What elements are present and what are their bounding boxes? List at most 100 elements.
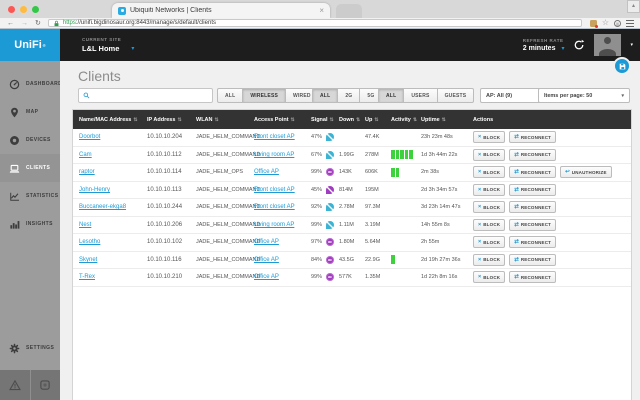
filter-user-type-guests[interactable]: GUESTS	[437, 88, 475, 103]
tab-close-icon[interactable]: ×	[319, 7, 324, 15]
reconnect-button[interactable]: ⇄ RECONNECT	[509, 184, 556, 196]
block-button[interactable]: × BLOCK	[473, 166, 505, 178]
block-button[interactable]: × BLOCK	[473, 201, 505, 213]
sidebar: DASHBOARD MAP DEVICES CLIENTS STATISTICS…	[0, 61, 60, 400]
main-content: Clients ALLWIRELESSWIRED ALL2G5G ALLUSER…	[60, 61, 640, 400]
block-button[interactable]: × BLOCK	[473, 254, 505, 266]
browser-tab[interactable]: Ubiquiti Networks | Clients ×	[112, 3, 330, 18]
block-button[interactable]: × BLOCK	[473, 271, 505, 283]
block-button[interactable]: × BLOCK	[473, 184, 505, 196]
column-header-wlan[interactable]: WLAN ⇅	[196, 117, 254, 123]
block-button[interactable]: × BLOCK	[473, 131, 505, 143]
avatar[interactable]	[594, 34, 621, 56]
column-header-ip-address[interactable]: IP Address ⇅	[147, 117, 196, 123]
reconnect-button[interactable]: ⇄ RECONNECT	[509, 219, 556, 231]
sidebar-item-insights[interactable]: INSIGHTS	[0, 210, 60, 238]
column-header-uptime[interactable]: Uptime ⇅	[421, 117, 473, 123]
access-point-link[interactable]: Front closet AP	[254, 204, 295, 210]
filter-connection-all[interactable]: ALL	[217, 88, 243, 103]
reconnect-button[interactable]: ⇄ RECONNECT	[509, 254, 556, 266]
events-button[interactable]	[31, 370, 61, 400]
column-header-activity[interactable]: Activity ⇅	[391, 117, 421, 123]
uptime-value: 3d 23h 14m 47s	[421, 204, 473, 210]
client-name-link[interactable]: Doorbot	[79, 134, 100, 140]
forward-icon[interactable]: →	[21, 19, 28, 28]
column-header-signal[interactable]: Signal ⇅	[311, 117, 339, 123]
client-name-link[interactable]: Buccaneer-ekga8	[79, 204, 126, 210]
devices-icon	[9, 135, 20, 146]
extension-circle-icon[interactable]: ||	[614, 20, 621, 27]
zoom-window-button[interactable]	[32, 6, 39, 13]
sidebar-item-dashboard[interactable]: DASHBOARD	[0, 70, 60, 98]
reconnect-button[interactable]: ⇄ RECONNECT	[509, 131, 556, 143]
sidebar-item-devices[interactable]: DEVICES	[0, 126, 60, 154]
access-point-link[interactable]: Front closet AP	[254, 134, 295, 140]
client-name-link[interactable]: raptor	[79, 169, 95, 175]
window-scroll-button[interactable]: ▴	[627, 0, 640, 13]
sidebar-item-map[interactable]: MAP	[0, 98, 60, 126]
reconnect-button[interactable]: ⇄ RECONNECT	[509, 201, 556, 213]
filter-user-type-all[interactable]: ALL	[378, 88, 404, 103]
address-bar[interactable]: https://unifi.bigdinosaur.org:8443/manag…	[48, 19, 582, 27]
client-name-link[interactable]: Lesotho	[79, 239, 100, 245]
back-icon[interactable]: ←	[7, 19, 14, 28]
current-site-selector[interactable]: CURRENT SITE L&L Home ▾	[82, 37, 134, 53]
reload-icon[interactable]: ↻	[35, 19, 41, 28]
sidebar-item-statistics[interactable]: STATISTICS	[0, 182, 60, 210]
filter-connection-wireless[interactable]: WIRELESS	[242, 88, 286, 103]
filter-user-type-users[interactable]: USERS	[403, 88, 437, 103]
sidebar-item-settings[interactable]: SETTINGS	[0, 334, 60, 362]
export-button[interactable]	[613, 57, 631, 75]
row-actions: × BLOCK ⇄ RECONNECT ↩ UNAUTHORIZE	[473, 166, 631, 178]
column-header-name-mac-address[interactable]: Name/MAC Address ⇅	[79, 117, 147, 123]
block-button[interactable]: × BLOCK	[473, 219, 505, 231]
client-wlan: JADE_HELM_COMMAND	[196, 257, 254, 263]
block-button[interactable]: × BLOCK	[473, 236, 505, 248]
access-point-link[interactable]: Office AP	[254, 274, 279, 280]
access-point-link[interactable]: Office AP	[254, 239, 279, 245]
new-tab-button[interactable]	[336, 4, 362, 18]
filter-band-all[interactable]: ALL	[312, 88, 338, 103]
access-point-link[interactable]: Office AP	[254, 257, 279, 263]
alerts-button[interactable]	[0, 370, 31, 400]
items-per-page-dropdown[interactable]: Items per page: 50 ▾	[538, 88, 630, 103]
sort-icon: ⇅	[413, 117, 417, 123]
chevron-down-icon: ▾	[561, 46, 564, 52]
column-header-actions: Actions	[473, 117, 631, 123]
unauthorize-button[interactable]: ↩ UNAUTHORIZE	[560, 166, 612, 178]
refresh-icon[interactable]	[573, 39, 585, 51]
access-point-link[interactable]: Office AP	[254, 169, 279, 175]
chevron-down-icon[interactable]: ▾	[630, 42, 633, 48]
search-input[interactable]	[93, 93, 208, 99]
reconnect-button[interactable]: ⇄ RECONNECT	[509, 149, 556, 161]
sidebar-item-clients[interactable]: CLIENTS	[0, 154, 60, 182]
client-name-link[interactable]: John-Henry	[79, 187, 110, 193]
reconnect-button[interactable]: ⇄ RECONNECT	[509, 166, 556, 178]
client-name-link[interactable]: Skynet	[79, 257, 97, 263]
block-icon: ×	[478, 257, 481, 263]
uptime-value: 2d 3h 34m 57s	[421, 187, 473, 193]
signal-value: 99%	[311, 169, 322, 175]
close-window-button[interactable]	[8, 6, 15, 13]
access-point-link[interactable]: Front closet AP	[254, 187, 295, 193]
reconnect-button[interactable]: ⇄ RECONNECT	[509, 236, 556, 248]
client-name-link[interactable]: T-Rex	[79, 274, 95, 280]
client-ip: 10.10.10.210	[147, 274, 196, 280]
client-name-link[interactable]: Cam	[79, 152, 92, 158]
down-value: 2.78M	[339, 204, 365, 210]
bookmark-star-icon[interactable]: ☆	[602, 19, 609, 27]
access-point-link[interactable]: Living room AP	[254, 222, 294, 228]
column-header-up[interactable]: Up ⇅	[365, 117, 391, 123]
filter-band-2g[interactable]: 2G	[337, 88, 360, 103]
reconnect-button[interactable]: ⇄ RECONNECT	[509, 271, 556, 283]
minimize-window-button[interactable]	[20, 6, 27, 13]
clients-table: Name/MAC Address ⇅ IP Address ⇅ WLAN ⇅ A…	[72, 109, 632, 400]
extension-icon[interactable]	[590, 20, 597, 27]
access-point-link[interactable]: Living room AP	[254, 152, 294, 158]
refresh-rate-selector[interactable]: REFRESH RATE 2 minutes ▾	[523, 38, 565, 52]
column-header-down[interactable]: Down ⇅	[339, 117, 365, 123]
column-header-access-point[interactable]: Access Point ⇅	[254, 117, 311, 123]
block-button[interactable]: × BLOCK	[473, 149, 505, 161]
browser-menu-icon[interactable]	[626, 20, 634, 27]
client-name-link[interactable]: Nest	[79, 222, 91, 228]
